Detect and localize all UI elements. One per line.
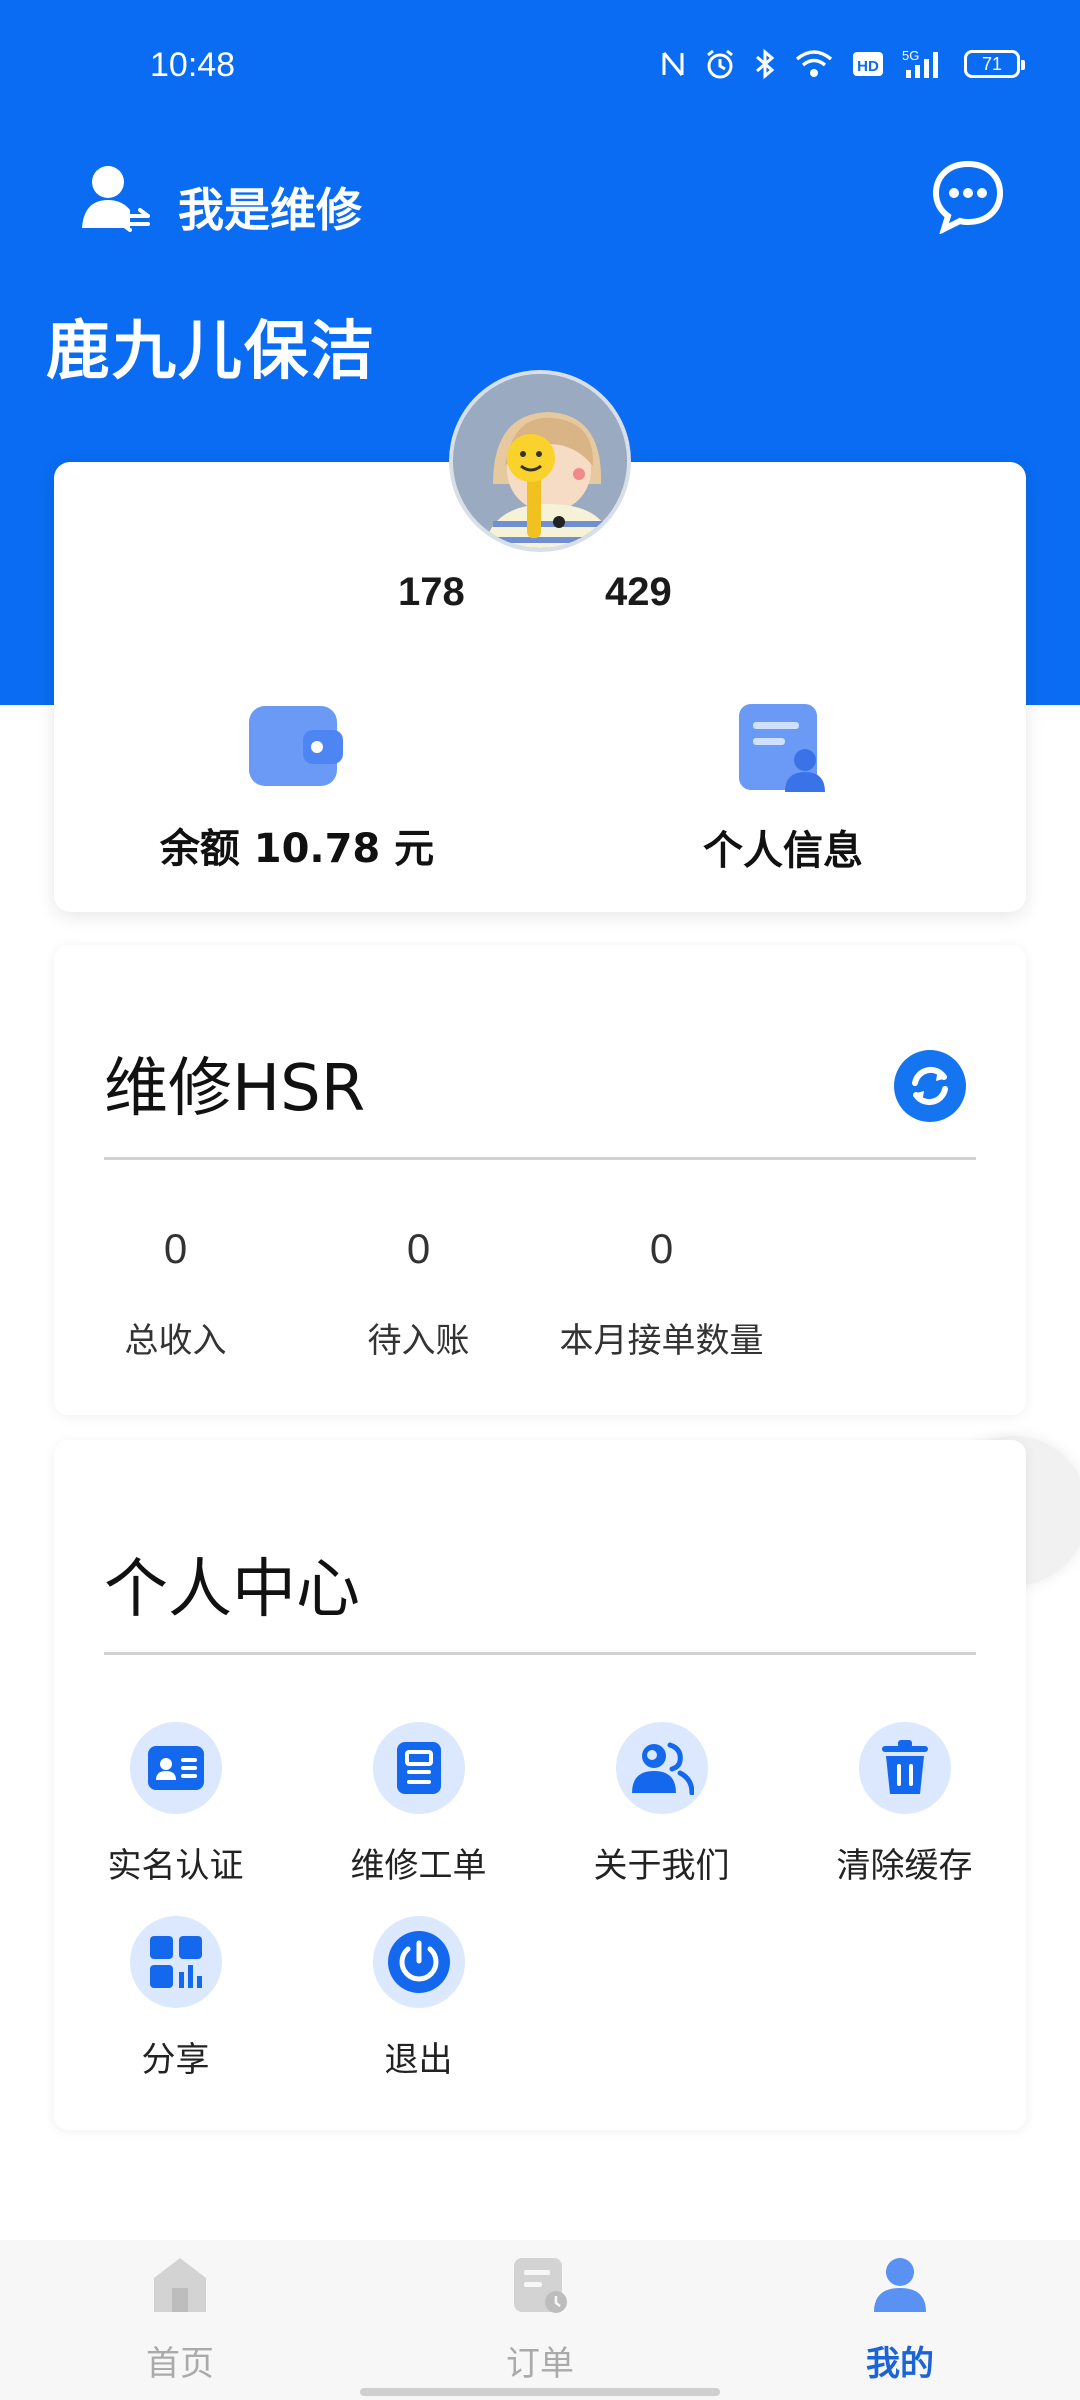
status-time: 10:48: [150, 46, 236, 84]
personal-center-title: 个人中心: [104, 1553, 360, 1627]
refresh-button[interactable]: [894, 1050, 966, 1122]
menu-icon-circle: [858, 1722, 951, 1814]
menu-about-us[interactable]: 关于我们: [540, 1722, 783, 1887]
status-bar: 10:48 HD 5G 71: [0, 0, 1080, 130]
stat-label: 待入账: [367, 1321, 470, 1361]
menu-label: 退出: [384, 2040, 453, 2080]
personal-info-label: 个人信息: [703, 828, 863, 874]
order-icon: [514, 2258, 567, 2313]
id-card-icon: [147, 1746, 204, 1790]
trash-icon: [881, 1740, 928, 1794]
stat-pending: 0 待入账: [297, 1225, 540, 1362]
menu-label: 关于我们: [593, 1846, 730, 1886]
role-label[interactable]: 我是维修: [178, 174, 362, 240]
users-icon: [631, 1742, 694, 1795]
stat-left-value: 178: [398, 570, 465, 614]
stat-right-value: 429: [605, 570, 672, 614]
nav-label: 我的: [866, 2344, 934, 2384]
profile-info-icon: [739, 704, 825, 792]
top-row: 我是维修: [0, 150, 1080, 250]
nav-label: 首页: [146, 2344, 214, 2384]
menu-icon-circle: [372, 1722, 465, 1814]
nfc-icon: [662, 52, 684, 76]
switch-role-icon[interactable]: [78, 162, 152, 236]
balance-button[interactable]: 余额 10.78 元: [54, 702, 540, 874]
menu-work-orders[interactable]: 维修工单: [297, 1722, 540, 1887]
menu-label: 维修工单: [350, 1846, 487, 1886]
menu-label: 清除缓存: [836, 1846, 973, 1886]
personal-center-divider: [104, 1652, 976, 1655]
nav-orders[interactable]: 订单: [360, 2254, 720, 2385]
bluetooth-icon: [756, 48, 775, 80]
menu-label: 实名认证: [107, 1846, 244, 1886]
hsr-card: 维修HSR 0 总收入 0 待入账 0 本月接单数量: [54, 945, 1026, 1415]
battery-level: 71: [981, 53, 1003, 74]
work-order-icon: [396, 1742, 441, 1794]
avatar[interactable]: [449, 370, 631, 552]
svg-text:5G: 5G: [902, 48, 919, 63]
stat-value: 0: [406, 1225, 431, 1272]
menu-logout[interactable]: 退出: [297, 1916, 540, 2081]
stat-value: 0: [163, 1225, 188, 1272]
menu-icon-circle: [129, 1916, 222, 2008]
nav-label: 订单: [506, 2344, 574, 2384]
share-grid-icon: [149, 1936, 202, 1988]
menu-real-name-auth[interactable]: 实名认证: [54, 1722, 297, 1887]
shop-name: 鹿九儿保洁: [46, 315, 376, 389]
avatar-image: [453, 374, 627, 548]
profile-icon: [874, 2258, 926, 2312]
bottom-nav: 首页 订单 我的: [0, 2240, 1080, 2400]
wallet-icon: [249, 706, 343, 786]
svg-text:HD: HD: [857, 58, 879, 75]
menu-icon-circle: [615, 1722, 708, 1814]
nav-mine[interactable]: 我的: [720, 2254, 1080, 2385]
battery-icon: 71: [964, 50, 1025, 78]
nav-home[interactable]: 首页: [0, 2254, 360, 2385]
stat-label: 总收入: [124, 1321, 227, 1361]
power-icon: [387, 1931, 450, 1993]
menu-icon-circle: [129, 1722, 222, 1814]
stat-label: 本月接单数量: [559, 1321, 764, 1361]
menu-clear-cache[interactable]: 清除缓存: [783, 1722, 1026, 1887]
home-icon: [154, 2258, 206, 2312]
personal-info-button[interactable]: 个人信息: [540, 702, 1026, 876]
stat-value: 0: [649, 1225, 674, 1272]
balance-label: 余额 10.78 元: [159, 826, 435, 872]
5g-signal-icon: 5G: [902, 48, 938, 78]
menu-icon-circle: [372, 1916, 465, 2008]
menu-share[interactable]: 分享: [54, 1916, 297, 2081]
home-indicator[interactable]: [360, 2388, 720, 2396]
status-icons: HD 5G 71: [660, 48, 1025, 80]
hsr-divider: [104, 1157, 976, 1160]
hd-icon: HD: [853, 52, 883, 76]
stat-total-income: 0 总收入: [54, 1225, 297, 1362]
stat-monthly-orders: 0 本月接单数量: [540, 1225, 783, 1362]
hsr-title: 维修HSR: [104, 1052, 366, 1126]
refresh-icon: [912, 1066, 948, 1106]
personal-center-card: 个人中心 实名认证 维修工单 关于我们 清除缓存 分享 退出: [54, 1440, 1026, 2130]
message-icon[interactable]: [930, 158, 1006, 234]
alarm-icon: [707, 49, 733, 79]
wifi-icon: [795, 50, 833, 77]
menu-label: 分享: [141, 2040, 210, 2080]
